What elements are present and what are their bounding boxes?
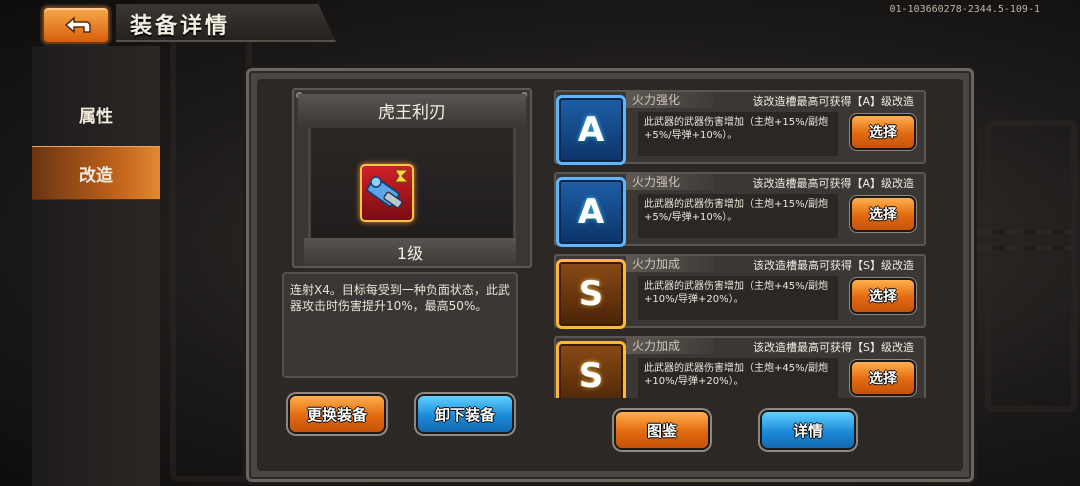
mod-name: 火力强化: [626, 92, 714, 108]
page-title: 装备详情: [130, 14, 231, 39]
replace-equipment-button[interactable]: 更换装备: [290, 396, 384, 432]
nav-item-modify[interactable]: 改造: [32, 146, 160, 200]
weapon-description: 连射X4。目标每受到一种负面状态，此武器攻击时伤害提升10%，最高50%。: [282, 272, 518, 378]
background-stripe: [975, 246, 1075, 250]
mod-slot: S 火力加成 该改造槽最高可获得【S】级改造 此武器的武器伤害增加（主炮+45%…: [554, 336, 926, 398]
mod-name: 火力强化: [626, 174, 714, 190]
mod-description: 此武器的武器伤害增加（主炮+15%/副炮+5%/导弹+10%）。: [638, 112, 838, 156]
weapon-name: 虎王利刃: [378, 102, 446, 123]
mod-name: 火力加成: [626, 338, 714, 354]
grade-a-icon: A: [556, 177, 626, 247]
select-mod-button[interactable]: 选择: [852, 280, 914, 312]
mod-slot: A 火力强化 该改造槽最高可获得【A】级改造 此武器的武器伤害增加（主炮+15%…: [554, 90, 926, 165]
weapon-level: 1级: [304, 238, 516, 266]
nav-item-label: 属性: [79, 106, 113, 127]
background-stripe: [975, 230, 1075, 234]
mod-description: 此武器的武器伤害增加（主炮+15%/副炮+5%/导弹+10%）。: [638, 194, 838, 238]
mod-slot-info: 该改造槽最高可获得【S】级改造: [753, 259, 914, 272]
weapon-icon[interactable]: [360, 164, 414, 222]
select-mod-button[interactable]: 选择: [852, 362, 914, 394]
header: 装备详情 01-103660278-2344.5-109-1: [0, 0, 1080, 46]
side-nav: 属性 改造: [32, 46, 160, 486]
background-door-frame: [985, 120, 1077, 412]
grade-s-icon: S: [556, 259, 626, 329]
mod-slot-info: 该改造槽最高可获得【A】级改造: [752, 95, 914, 108]
nav-item-attributes[interactable]: 属性: [32, 88, 160, 140]
nav-item-label: 改造: [79, 165, 113, 186]
mod-description: 此武器的武器伤害增加（主炮+45%/副炮+10%/导弹+20%）。: [638, 276, 838, 320]
catalog-button[interactable]: 图鉴: [616, 412, 708, 448]
blade-weapon-icon: [366, 169, 410, 209]
build-id: 01-103660278-2344.5-109-1: [889, 4, 1040, 15]
weapon-name-bar: 虎王利刃: [298, 94, 526, 126]
background-door-frame: [170, 30, 252, 482]
mod-name: 火力加成: [626, 256, 714, 272]
mod-description: 此武器的武器伤害增加（主炮+45%/副炮+10%/导弹+20%）。: [638, 358, 838, 398]
grade-a-icon: A: [556, 95, 626, 165]
unequip-button[interactable]: 卸下装备: [418, 396, 512, 432]
mod-slot: S 火力加成 该改造槽最高可获得【S】级改造 此武器的武器伤害增加（主炮+45%…: [554, 254, 926, 329]
select-mod-button[interactable]: 选择: [852, 116, 914, 148]
mod-slot-info: 该改造槽最高可获得【A】级改造: [752, 177, 914, 190]
back-arrow-icon: [64, 16, 91, 34]
mod-slot-info: 该改造槽最高可获得【S】级改造: [753, 341, 914, 354]
mod-slot: A 火力强化 该改造槽最高可获得【A】级改造 此武器的武器伤害增加（主炮+15%…: [554, 172, 926, 247]
grade-s-icon: S: [556, 341, 626, 398]
select-mod-button[interactable]: 选择: [852, 198, 914, 230]
back-button[interactable]: [42, 6, 110, 44]
mod-slot-list[interactable]: A 火力强化 该改造槽最高可获得【A】级改造 此武器的武器伤害增加（主炮+15%…: [554, 88, 930, 398]
details-button[interactable]: 详情: [762, 412, 854, 448]
